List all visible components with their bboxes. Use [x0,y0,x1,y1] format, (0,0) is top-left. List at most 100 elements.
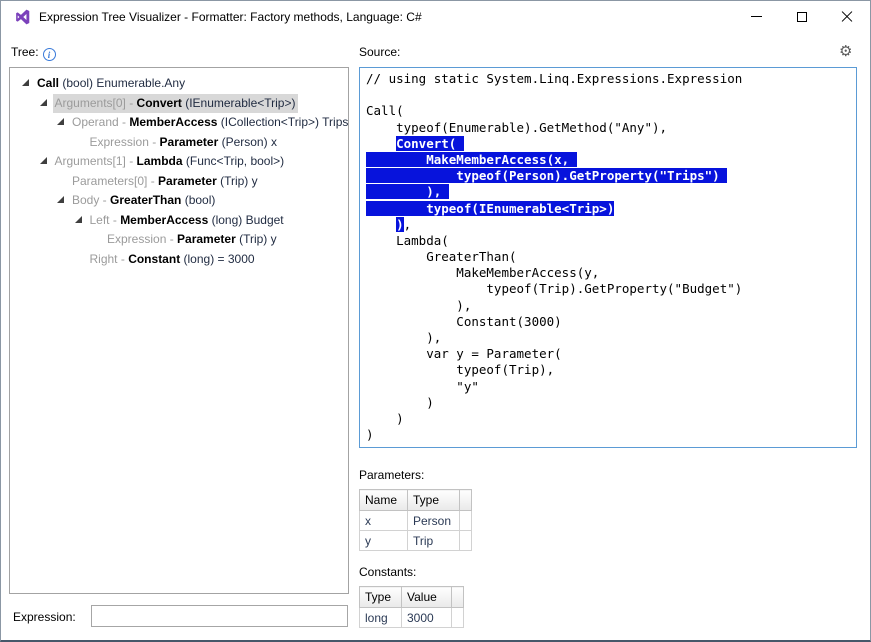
tree-node-prefix: Operand - [72,115,130,129]
tree-node[interactable]: Body - GreaterThan (bool) [10,191,348,211]
tree-node-prefix: Arguments[0] - [54,95,137,110]
app-window: Expression Tree Visualizer - Formatter: … [0,0,871,642]
expression-label: Expression: [13,610,76,624]
expression-input[interactable] [91,605,348,627]
expander-icon[interactable] [39,157,47,164]
code-line: ), [366,330,850,346]
tree-node-ntype: (Func<Trip, bool>) [182,154,285,168]
filler-cell [459,530,472,551]
expander-icon[interactable] [57,196,64,203]
tree-node-prefix: Arguments[1] - [54,154,137,168]
table-cell[interactable]: x [359,510,408,531]
code-line: typeof(IEnumerable<Trip>) [366,200,850,217]
code-line: Lambda( [366,233,850,249]
tree-node[interactable]: Call (bool) Enumerable.Any [10,74,348,94]
tree-node[interactable]: Right - Constant (long) = 3000 [10,250,348,270]
column-header[interactable]: Type [359,586,402,608]
expander-icon[interactable] [74,215,82,223]
table-cell[interactable]: y [359,530,408,551]
tree-node-nname: Lambda [136,154,183,168]
tree-node[interactable]: Expression - Parameter (Trip) y [10,230,348,250]
table-cell[interactable]: Person [407,510,460,531]
tree-node-nextra: y [267,232,277,246]
code-line: ) [366,395,850,411]
expander-icon[interactable] [22,79,29,86]
code-line: ) [366,411,850,427]
code-selected-text: ), [366,184,449,200]
code-selected-text: Convert( [396,135,464,151]
info-icon[interactable]: i [42,48,56,61]
maximize-icon [796,11,807,22]
column-header[interactable]: Name [359,489,408,511]
code-line: "y" [366,379,850,395]
visual-studio-logo-icon [13,8,31,26]
minimize-icon [751,16,762,17]
code-text: ) [366,410,404,426]
tree-node-nname: Parameter [177,232,236,246]
expander-icon[interactable] [57,118,64,125]
tree-node-nname: Parameter [158,173,217,188]
table-cell[interactable]: long [359,607,402,628]
tree-node-prefix: Expression - [89,134,160,149]
minimize-button[interactable] [734,1,779,32]
tree-node-nextra: x [267,134,277,149]
filler-column [459,489,472,511]
code-selected-text: typeof(Person).GetProperty("Trips") [366,168,728,184]
column-header[interactable]: Value [401,586,452,608]
tree-node-ntype: (IEnumerable<Trip>) [181,95,296,110]
code-text: typeof(Trip).GetProperty("Budget") [366,281,743,297]
close-button[interactable] [824,1,869,32]
code-text: // using static System.Linq.Expressions.… [366,71,743,86]
tree-node-text: Left - MemberAccess (long) Budget [88,211,287,230]
window-controls [734,1,869,32]
maximize-button[interactable] [779,1,824,32]
window-title: Expression Tree Visualizer - Formatter: … [39,10,422,24]
source-code[interactable]: // using static System.Linq.Expressions.… [359,67,857,448]
tree-node-text: Expression - Parameter (Trip) y [105,230,280,249]
tree-node[interactable]: Parameters[0] - Parameter (Trip) y [10,172,348,192]
code-text: ) [366,394,434,410]
tree-node-ntype: (bool) [181,193,216,207]
tree-node-nextra: Trips [319,115,349,129]
tree-node-text: Right - Constant (long) = 3000 [88,250,258,269]
tree-node-ntype: (Trip) [235,232,268,246]
tree-node-ntype: (long) [208,212,243,227]
source-label: Source: [359,45,401,59]
expander-icon[interactable] [39,98,47,106]
settings-gear-icon[interactable]: ⚙ [839,42,852,60]
title-bar[interactable]: Expression Tree Visualizer - Formatter: … [1,1,870,32]
tree-node-nname: Parameter [159,134,219,149]
table-cell[interactable]: Trip [407,530,460,551]
table-row: long 3000 [359,607,464,628]
tree-node[interactable]: Expression - Parameter (Person) x [10,133,348,153]
tree-node-prefix: Parameters[0] - [72,173,159,188]
code-line: // using static System.Linq.Expressions.… [366,71,850,87]
code-text: Constant(3000) [366,313,562,329]
table-cell[interactable]: 3000 [401,607,452,628]
code-line: ), [366,298,850,314]
code-text: "y" [366,378,479,394]
code-text: , [403,216,412,232]
tree-node-prefix: Right - [89,251,129,266]
tree-node[interactable]: Arguments[1] - Lambda (Func<Trip, bool>) [10,152,348,172]
tree-node[interactable]: Operand - MemberAccess (ICollection<Trip… [10,113,348,133]
parameters-table: Name Type x Person y Trip [359,489,472,551]
tree-node-nname: Convert [136,95,182,110]
tree-panel[interactable]: Call (bool) Enumerable.Any Arguments[0] -… [9,67,349,594]
tree-node-text: Arguments[1] - Lambda (Func<Trip, bool>) [53,152,288,171]
tree-node-text: Arguments[0] - Convert (IEnumerable<Trip… [52,93,299,113]
column-header[interactable]: Type [407,489,460,511]
table-row: y Trip [359,530,472,551]
tree-node-text: Body - GreaterThan (bool) [70,191,218,210]
tree-node-text: Operand - MemberAccess (ICollection<Trip… [70,113,349,132]
code-text: var y = Parameter( [366,346,562,362]
tree-node-ntype: (bool) [59,76,94,90]
tree-node-nextra: Budget [242,212,284,227]
parameters-header-row: Name Type [359,489,472,511]
constants-table: Type Value long 3000 [359,586,464,628]
tree-node[interactable]: Left - MemberAccess (long) Budget [10,211,348,231]
code-line: GreaterThan( [366,249,850,265]
filler-column [451,586,464,608]
tree-node[interactable]: Arguments[0] - Convert (IEnumerable<Trip… [10,93,348,114]
